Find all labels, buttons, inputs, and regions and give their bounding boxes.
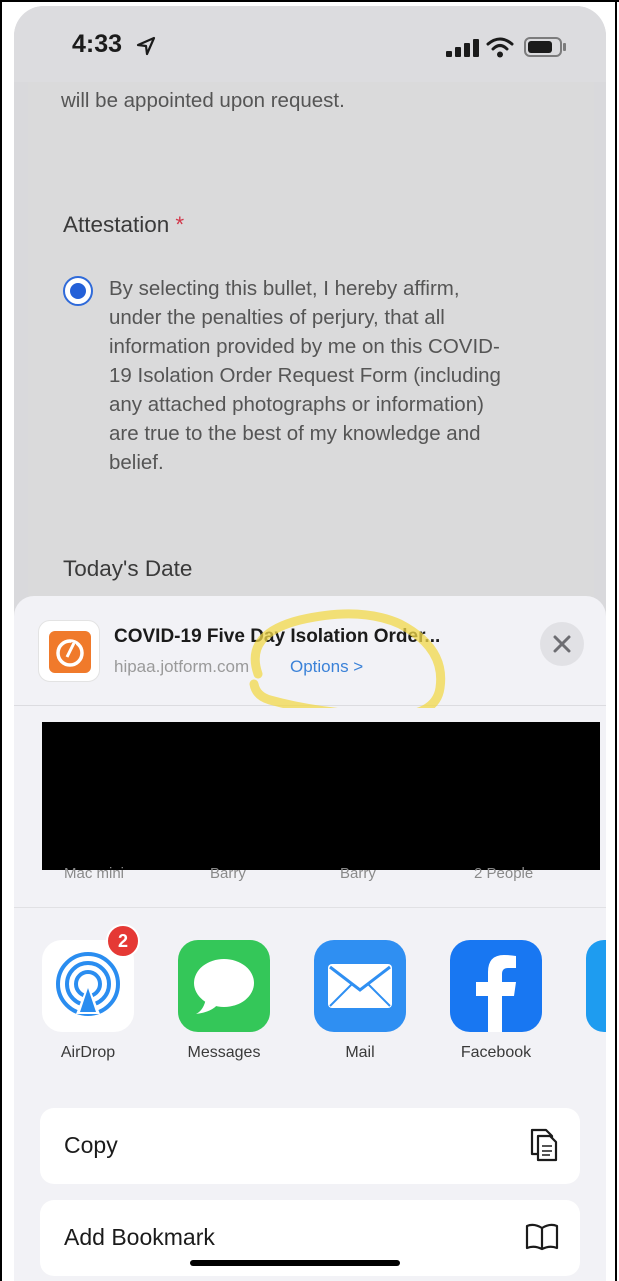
form-intro-text: will be appointed upon request. [61,89,345,112]
share-page-domain: hipaa.jotform.com [114,657,250,676]
attestation-radio[interactable] [63,276,93,306]
facebook-tile [450,940,542,1032]
airdrop-tile: 2 [42,924,140,1032]
frame-border-left [0,0,2,1281]
share-sheet: COVID-19 Five Day Isolation Order... hip… [14,596,606,1281]
jotform-app-icon [38,620,100,682]
jotform-logo-icon [56,639,84,667]
frame-border-right [615,0,617,1281]
notification-badge: 2 [106,924,140,958]
share-app-airdrop[interactable]: 2 AirDrop [42,924,140,1062]
frame-border-top [0,0,619,2]
attestation-line: information provided by me on this COVID… [109,335,500,358]
share-app-facebook[interactable]: Facebook [450,940,542,1062]
close-icon [553,635,571,653]
action-label: Copy [64,1132,118,1158]
attestation-text: By selecting this bullet, I hereby affir… [109,274,579,477]
redaction-block [42,722,600,870]
share-options-link[interactable]: Options > [290,657,363,677]
share-sheet-header: COVID-19 Five Day Isolation Order... hip… [14,596,606,721]
phone-screen: 4:33 will be appointed upon request. Att… [14,6,606,1281]
attestation-line: are true to the best of my knowledge and [109,422,481,445]
attestation-line: belief. [109,451,164,474]
mail-tile [314,940,406,1032]
message-bubble-icon [194,959,254,1014]
app-label: Mail [345,1044,375,1061]
battery-icon [524,37,566,57]
location-arrow-icon [136,36,156,56]
home-indicator[interactable] [190,1260,400,1266]
form-page: will be appointed upon request. Attestat… [28,82,594,622]
wifi-icon [486,37,514,58]
share-app-messages[interactable]: Messages [178,940,270,1062]
share-apps-row: 2 AirDrop Messages Mail Facebook [14,918,606,1068]
person-label[interactable]: Mac mini [64,865,124,882]
status-bar: 4:33 [14,6,606,82]
todays-date-label: Today's Date [63,556,193,581]
share-page-title: COVID-19 Five Day Isolation Order... [114,626,441,647]
attestation-line: 19 Isolation Order Request Form (includi… [109,364,501,387]
attestation-line: under the penalties of perjury, that all [109,306,445,329]
messages-tile [178,940,270,1032]
share-app-partial[interactable] [586,940,606,1032]
app-label: AirDrop [60,1044,116,1061]
attestation-line: By selecting this bullet, I hereby affir… [109,277,460,300]
book-icon [525,1223,559,1251]
app-label: Facebook [460,1044,532,1061]
screenshot-frame: 4:33 will be appointed upon request. Att… [0,0,619,1281]
share-people-row: Mac mini Barry Barry 2 People [14,708,606,908]
attestation-line: any attached photographs or information) [109,393,484,416]
copy-action[interactable]: Copy [40,1108,580,1184]
jotform-logo-tile [49,631,91,673]
share-app-mail[interactable]: Mail [314,940,406,1062]
person-label[interactable]: Barry [340,865,376,882]
attestation-label-text: Attestation [63,212,170,237]
envelope-icon [328,964,392,1008]
status-time: 4:33 [72,30,123,58]
copy-icon [530,1128,558,1162]
attestation-label: Attestation * [63,212,184,238]
required-marker: * [175,212,185,237]
person-label[interactable]: Barry [210,865,246,882]
facebook-icon [476,955,516,1032]
cellular-signal-icon [446,39,479,57]
close-button[interactable] [540,622,584,666]
person-label[interactable]: 2 People [474,865,533,882]
app-label: Messages [187,1044,261,1061]
action-label: Add Bookmark [64,1224,215,1250]
